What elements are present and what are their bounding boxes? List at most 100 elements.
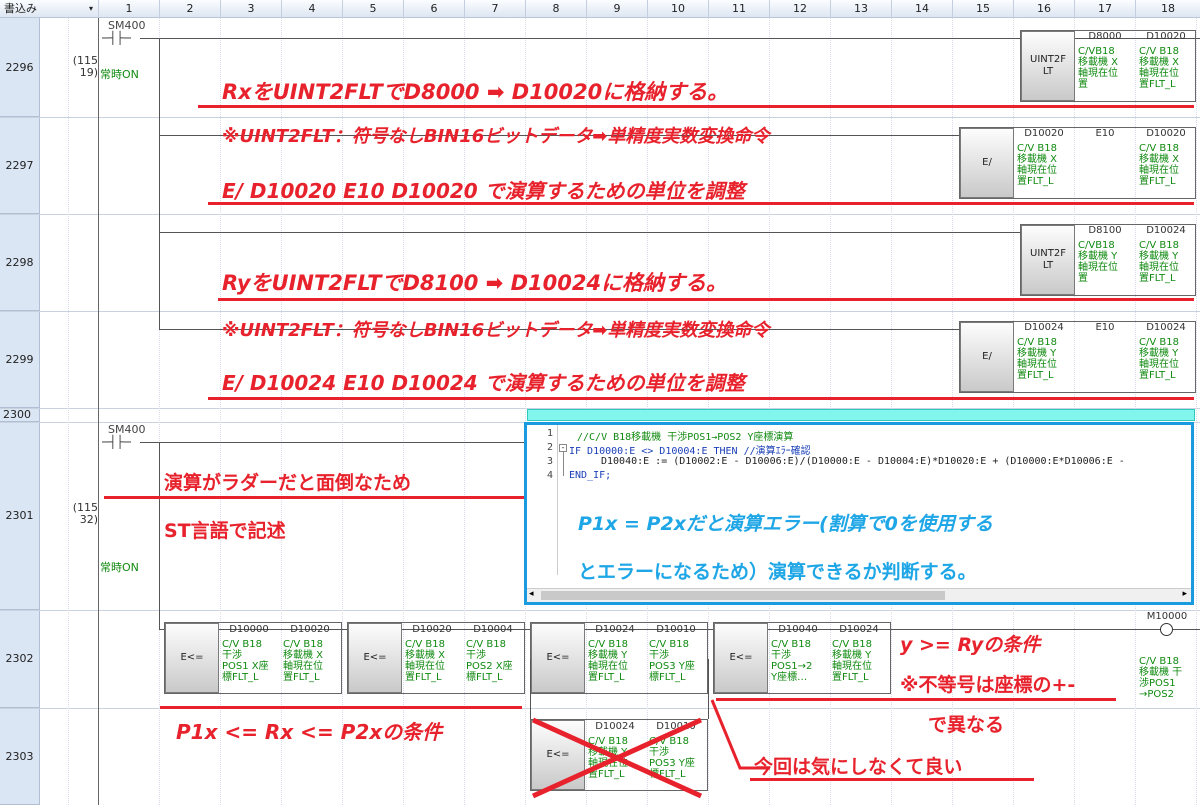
code-line: //C/V B18移載機 干渉POS1→POS2 Y座標演算	[577, 432, 794, 443]
annotation-text: P1x <= Rx <= P2xの条件	[176, 720, 443, 744]
instruction-name: E/	[982, 351, 992, 362]
step-number: (115 19)	[72, 54, 98, 79]
annotation-text: ST言語で記述	[164, 520, 286, 542]
operand: D10004	[473, 624, 513, 635]
device-comment: C/V B18 移載機 Y 軸現在位 置FLT_L	[1139, 337, 1179, 381]
power-rail	[98, 18, 99, 805]
wire	[159, 38, 160, 329]
horizontal-scrollbar[interactable]: ◂ ▸	[527, 588, 1191, 602]
dropdown-arrow-icon[interactable]: ▾	[84, 0, 98, 18]
code-line: END_IF;	[569, 470, 612, 481]
device-comment: C/V B18 干渉 POS2 X座 標FLT_L	[466, 639, 513, 683]
uint2flt-instruction[interactable]: UINT2FLT	[1021, 225, 1075, 295]
contact-symbol-icon[interactable]: ─┤├─	[102, 436, 131, 448]
annotation-underline	[218, 298, 1194, 301]
annotation-text: RyをUINT2FLTでD8100 ➡ D10024に格納する。	[222, 271, 728, 295]
row-divider	[0, 214, 1200, 215]
col-2: 2	[159, 0, 220, 18]
line-number: 3	[546, 456, 553, 467]
header-corner: 書込み	[4, 2, 37, 15]
annotation-underline	[104, 496, 524, 499]
operand: D10020	[1024, 128, 1064, 139]
col-8: 8	[525, 0, 586, 18]
device-comment: C/V B18 移載機 X 軸現在位 置FLT_L	[1139, 46, 1180, 90]
annotation-underline	[716, 698, 1116, 701]
device-comment: C/V B18 移載機 X 軸現在位 置FLT_L	[1017, 143, 1058, 187]
coil-icon[interactable]	[1160, 623, 1173, 636]
compare-le-instruction[interactable]: E<=	[714, 623, 768, 693]
operand: D10024	[1146, 322, 1186, 333]
annotation-text: RxをUINT2FLTでD8000 ➡ D10020に格納する。	[222, 80, 729, 104]
row-2297[interactable]: 2297	[0, 117, 40, 214]
instruction-name: E/	[982, 157, 992, 168]
operand: D10024	[1146, 225, 1186, 236]
row-2296[interactable]: 2296	[0, 18, 40, 117]
annotation-text: で異なる	[928, 714, 1005, 736]
row-2299[interactable]: 2299	[0, 311, 40, 408]
row-2302[interactable]: 2302	[0, 610, 40, 708]
compare-le-instruction[interactable]: E<=	[531, 623, 585, 693]
device-comment: C/V B18 干渉 POS1→2 Y座標…	[771, 639, 813, 683]
row-2301[interactable]: 2301	[0, 422, 40, 610]
operand: D10020	[1146, 128, 1186, 139]
wire	[159, 232, 1021, 233]
device-comment: C/V B18 移載機 Y 軸現在位 置FLT_L	[1139, 240, 1179, 284]
annotation-text: ※UINT2FLT：符号なしBIN16ビットデータ➡単精度実数変換命令	[222, 126, 770, 147]
device-comment: C/VB18 移載機 X 軸現在位 置	[1078, 46, 1119, 90]
device-comment: C/V B18 移載機 X 軸現在位 置FLT_L	[283, 639, 324, 683]
annotation-text: E/ D10020 E10 D10020 で演算するための単位を調整	[222, 179, 745, 203]
step-number: (115 32)	[72, 501, 98, 526]
column-header: 書込み ▾ 1 2 3 4 5 6 7 8 9 10 11 12 13 14 1…	[0, 0, 1200, 18]
float-divide-instruction[interactable]: E/	[960, 128, 1014, 198]
cross-out-mark	[531, 717, 703, 799]
operand: D10000	[229, 624, 269, 635]
code-line: D10040:E := (D10002:E - D10006:E)/(D1000…	[601, 456, 1125, 467]
instruction-name: E<=	[363, 652, 387, 663]
col-9: 9	[586, 0, 647, 18]
gutter-divider	[557, 425, 558, 575]
collapse-toggle-icon[interactable]: -	[559, 444, 567, 452]
device-comment: C/V B18 移載機 X 軸現在位 置FLT_L	[1139, 143, 1180, 187]
col-1: 1	[98, 0, 159, 18]
float-divide-instruction[interactable]: E/	[960, 322, 1014, 392]
row-2298[interactable]: 2298	[0, 214, 40, 311]
col-17: 17	[1074, 0, 1135, 18]
col-7: 7	[464, 0, 525, 18]
contact-comment: 常時ON	[100, 68, 139, 81]
scrollbar-thumb[interactable]	[541, 591, 945, 600]
device-comment: C/V B18 移載機 Y 軸現在位 置FLT_L	[588, 639, 628, 683]
row-divider	[0, 610, 1200, 611]
instruction-name: UINT2FLT	[1030, 54, 1066, 77]
scroll-right-icon[interactable]: ▸	[1182, 589, 1187, 599]
row-divider	[0, 311, 1200, 312]
row-2303[interactable]: 2303	[0, 708, 40, 805]
annotation-text: E/ D10024 E10 D10024 で演算するための単位を調整	[222, 371, 745, 395]
wire	[530, 659, 531, 719]
col-4: 4	[281, 0, 342, 18]
contact-symbol-icon[interactable]: ─┤├─	[102, 32, 131, 44]
row-divider	[0, 117, 1200, 118]
operand: D10024	[595, 624, 635, 635]
line-number: 2	[546, 442, 553, 453]
compare-le-instruction[interactable]: E<=	[348, 623, 402, 693]
col-13: 13	[830, 0, 891, 18]
operand: E10	[1095, 322, 1115, 333]
compare-le-instruction[interactable]: E<=	[165, 623, 219, 693]
col-14: 14	[891, 0, 952, 18]
col-6: 6	[403, 0, 464, 18]
instruction-name: E<=	[546, 652, 570, 663]
row-2300[interactable]: 2300	[0, 408, 40, 422]
operand: D10020	[1146, 31, 1186, 42]
contact-comment: 常時ON	[100, 561, 139, 574]
annotation-underline	[208, 202, 1194, 205]
annotation-underline	[198, 105, 1194, 108]
fold-line	[563, 452, 564, 476]
device-comment: C/V B18 移載機 Y 軸現在位 置FLT_L	[832, 639, 872, 683]
operand: D8000	[1088, 31, 1122, 42]
operand: D8100	[1088, 225, 1122, 236]
device-comment: C/V B18 干渉 POS3 Y座 標FLT_L	[649, 639, 695, 683]
scroll-left-icon[interactable]: ◂	[529, 589, 534, 599]
uint2flt-instruction[interactable]: UINT2FLT	[1021, 31, 1075, 101]
wire	[140, 442, 524, 443]
col-12: 12	[769, 0, 830, 18]
